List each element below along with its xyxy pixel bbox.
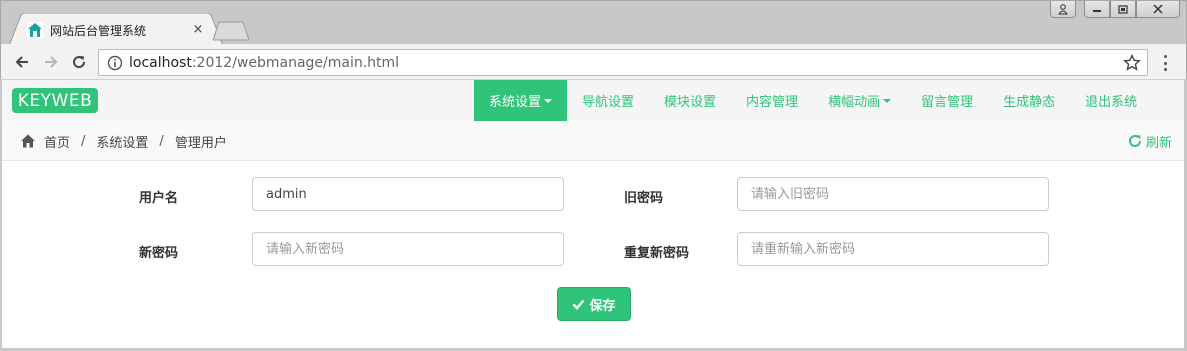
menu-item-banner-animation[interactable]: 横幅动画 (813, 80, 906, 121)
minimize-button[interactable] (1084, 1, 1110, 18)
refresh-label: 刷新 (1145, 135, 1172, 151)
menu-item-system-settings[interactable]: 系统设置 (474, 80, 568, 121)
info-icon[interactable] (107, 55, 123, 71)
breadcrumb-bar: 首页 / 系统设置 / 管理用户 刷新 (2, 121, 1184, 161)
menu-item-label: 横幅动画 (828, 95, 881, 110)
reload-icon (73, 56, 86, 69)
new-password-label: 新密码 (139, 246, 179, 261)
menu-item-label: 生成静态 (1003, 95, 1056, 110)
close-icon (1153, 4, 1163, 14)
restore-icon (1118, 5, 1128, 14)
profile-button[interactable] (1050, 1, 1076, 18)
top-navbar: KEYWEB 系统设置 导航设置 模块设置 内容管理 横幅动画 留言管理 生成静… (2, 80, 1184, 121)
bookmark-star-icon[interactable] (1123, 54, 1141, 72)
tab-title: 网站后台管理系统 (50, 23, 147, 38)
breadcrumb-home[interactable]: 首页 (44, 132, 70, 151)
browser-menu-icon[interactable] (1156, 53, 1174, 73)
breadcrumb-separator: / (159, 133, 164, 149)
menu-item-content-management[interactable]: 内容管理 (731, 80, 813, 121)
menu-item-label: 内容管理 (746, 95, 799, 110)
home-icon (21, 134, 35, 148)
menu-item-module-settings[interactable]: 模块设置 (649, 80, 731, 121)
menu-item-label: 模块设置 (664, 95, 717, 110)
main-menu: 系统设置 导航设置 模块设置 内容管理 横幅动画 留言管理 生成静态 退出系统 (474, 80, 1152, 121)
check-icon (573, 299, 585, 310)
breadcrumb: 首页 / 系统设置 / 管理用户 (20, 121, 227, 161)
url-host: localhost (129, 54, 192, 71)
menu-item-label: 导航设置 (582, 95, 635, 110)
caret-down-icon (544, 98, 553, 103)
url-path: :2012/webmanage/main.html (191, 54, 400, 71)
manage-user-form: 用户名 旧密码 新密码 重复新密码 保存 (2, 161, 1184, 348)
refresh-icon (1129, 134, 1141, 147)
browser-titlebar: 网站后台管理系统 × (0, 0, 1187, 46)
username-label: 用户名 (139, 191, 179, 206)
refresh-button[interactable]: 刷新 (1128, 121, 1172, 161)
reload-button[interactable] (67, 50, 91, 74)
user-icon (1058, 3, 1068, 14)
repeat-password-field[interactable] (737, 232, 1049, 266)
caret-down-icon (883, 98, 892, 103)
arrow-right-icon (45, 56, 58, 68)
arrow-left-icon (15, 56, 28, 68)
forward-button[interactable] (39, 50, 63, 74)
menu-item-generate-static[interactable]: 生成静态 (988, 80, 1070, 121)
save-button-label: 保存 (589, 298, 616, 314)
address-bar[interactable]: localhost:2012/webmanage/main.html (98, 49, 1148, 76)
menu-item-label: 留言管理 (921, 95, 974, 110)
site-logo[interactable]: KEYWEB (12, 88, 98, 113)
new-tab-button[interactable] (213, 21, 249, 41)
old-password-field[interactable] (737, 177, 1049, 211)
menu-item-navigation-settings[interactable]: 导航设置 (567, 80, 649, 121)
back-button[interactable] (10, 50, 34, 74)
menu-item-logout[interactable]: 退出系统 (1070, 80, 1152, 121)
window-controls (1050, 1, 1180, 18)
tab-content: 网站后台管理系统 × (27, 19, 205, 41)
username-field[interactable] (252, 177, 564, 211)
old-password-label: 旧密码 (624, 191, 664, 206)
breadcrumb-current-page: 管理用户 (174, 135, 227, 151)
save-button[interactable]: 保存 (557, 287, 631, 321)
breadcrumb-system-settings[interactable]: 系统设置 (96, 132, 148, 151)
site-favicon-icon (27, 22, 43, 38)
minimize-icon (1093, 10, 1101, 12)
page-content: KEYWEB 系统设置 导航设置 模块设置 内容管理 横幅动画 留言管理 生成静… (2, 80, 1184, 348)
menu-item-message-management[interactable]: 留言管理 (906, 80, 988, 121)
menu-item-label: 退出系统 (1085, 95, 1138, 110)
close-window-button[interactable] (1136, 1, 1180, 18)
browser-toolbar: localhost:2012/webmanage/main.html (0, 44, 1187, 80)
new-password-field[interactable] (252, 232, 564, 266)
menu-item-label: 系统设置 (489, 95, 542, 110)
maximize-button[interactable] (1110, 1, 1136, 18)
url-text: localhost:2012/webmanage/main.html (129, 55, 399, 71)
repeat-password-label: 重复新密码 (624, 246, 690, 261)
breadcrumb-separator: / (81, 133, 86, 149)
tab-close-icon[interactable]: × (191, 23, 205, 37)
